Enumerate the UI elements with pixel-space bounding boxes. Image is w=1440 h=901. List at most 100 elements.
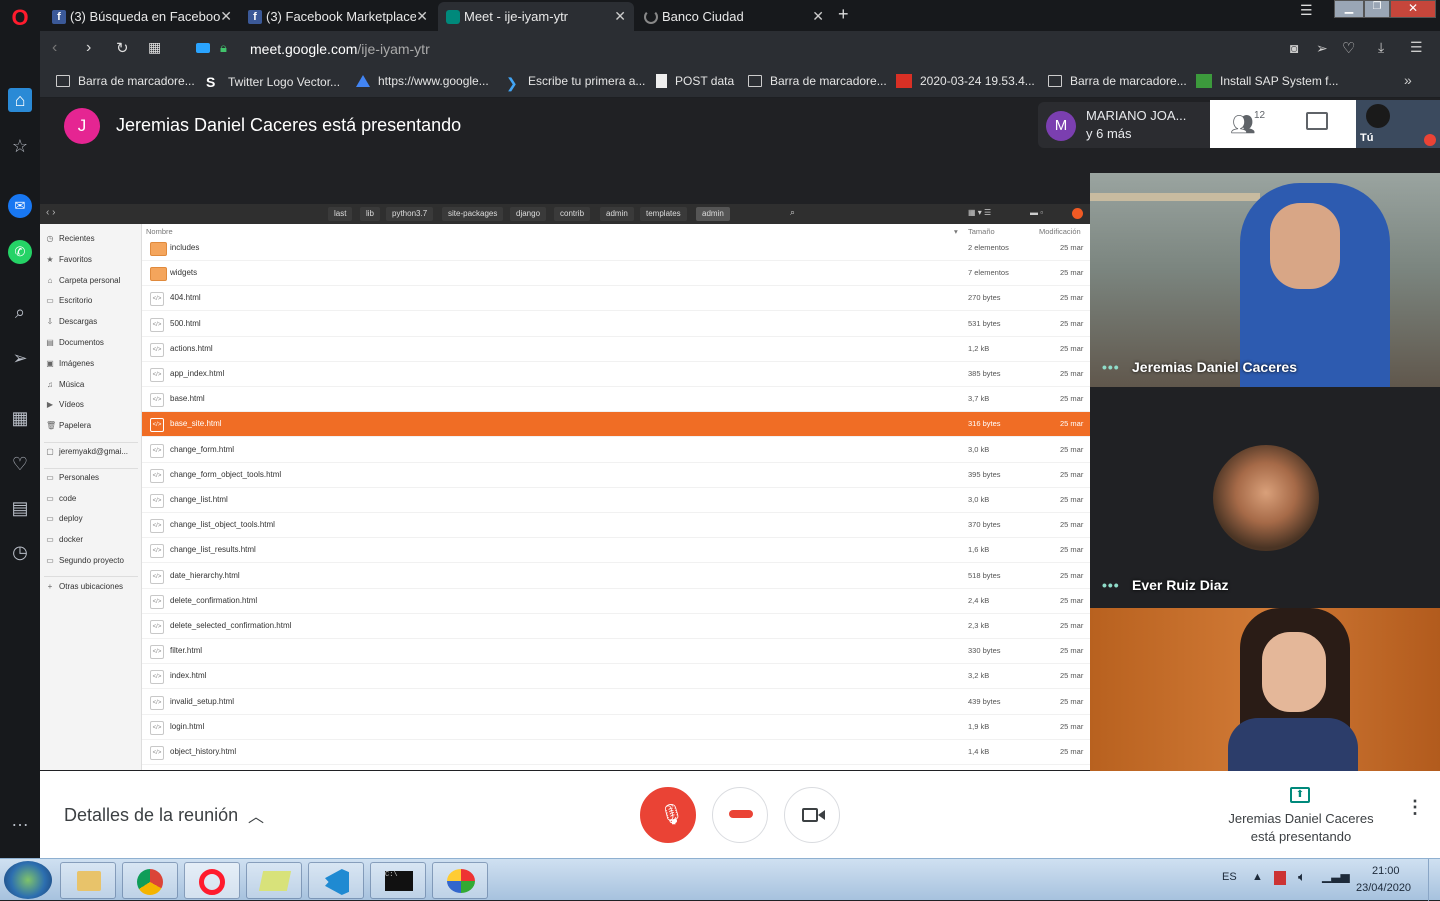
- file-row[interactable]: </> object_history.html 1,4 kB 25 mar: [142, 740, 1090, 765]
- tabs-grid-icon[interactable]: ▦: [148, 39, 161, 56]
- sidebar-item[interactable]: 🗑︎ Papelera: [46, 421, 91, 430]
- file-row[interactable]: </> change_list.html 3,0 kB 25 mar: [142, 488, 1090, 513]
- file-row[interactable]: </> date_hierarchy.html 518 bytes 25 mar: [142, 564, 1090, 589]
- bookmark-item[interactable]: POST data: [656, 74, 734, 88]
- present-now-icon[interactable]: ⬆: [1290, 787, 1310, 803]
- column-modified[interactable]: Modificación: [1039, 227, 1081, 236]
- reload-icon[interactable]: ↻: [116, 39, 129, 57]
- sidebar-item[interactable]: ⌂ Carpeta personal: [46, 276, 121, 285]
- file-row[interactable]: includes 2 elementos 25 mar: [142, 236, 1090, 261]
- file-row[interactable]: </> filter.html 330 bytes 25 mar: [142, 639, 1090, 665]
- people-icon[interactable]: 👥︎: [1230, 112, 1255, 137]
- sidebar-item[interactable]: ▣ Imágenes: [46, 359, 94, 368]
- news-icon[interactable]: ▤: [8, 496, 32, 520]
- bookmark-item[interactable]: 2020-03-24 19.53.4...: [896, 74, 1035, 88]
- self-view-tile[interactable]: Tú: [1356, 100, 1440, 148]
- more-options-icon[interactable]: ⋮: [1406, 798, 1424, 816]
- url-field[interactable]: meet.google.com/ije-iyam-ytr: [250, 41, 430, 57]
- taskbar-vscode[interactable]: [308, 862, 364, 899]
- video-tile[interactable]: ••• Jeremias Daniel Caceres: [1090, 173, 1440, 387]
- taskbar-terminal[interactable]: C:\: [370, 862, 426, 899]
- column-name[interactable]: Nombre: [146, 227, 173, 236]
- flag-icon[interactable]: [1274, 871, 1286, 885]
- meeting-details-button[interactable]: Detalles de la reunión: [64, 805, 238, 826]
- taskbar-files[interactable]: [246, 862, 302, 899]
- tab-facebook-marketplace[interactable]: f (3) Facebook Marketplace ✕: [240, 2, 436, 31]
- file-row[interactable]: </> 500.html 531 bytes 25 mar: [142, 312, 1090, 337]
- taskbar-paint[interactable]: [432, 862, 488, 899]
- more-bookmarks-icon[interactable]: »: [1404, 72, 1412, 88]
- tab-meet[interactable]: Meet - ije-iyam-ytr ✕: [438, 2, 634, 31]
- bookmark-item[interactable]: Barra de marcadore...: [748, 74, 887, 88]
- bookmark-item[interactable]: Install SAP System f...: [1196, 74, 1339, 88]
- volume-icon[interactable]: 🔈︎: [1298, 869, 1306, 885]
- bookmarks-icon[interactable]: ☆: [8, 134, 32, 158]
- sidebar-item[interactable]: ▭ docker: [46, 535, 83, 544]
- send-page-icon[interactable]: ➢: [1316, 40, 1328, 57]
- download-icon[interactable]: ⤓: [1378, 39, 1384, 56]
- sidebar-item[interactable]: ★ Favoritos: [46, 255, 92, 264]
- path-crumb[interactable]: django: [510, 207, 547, 221]
- camera-indicator-icon[interactable]: [196, 43, 210, 53]
- taskbar-chrome[interactable]: [122, 862, 178, 899]
- speed-dial-icon[interactable]: ▦: [8, 406, 32, 430]
- tab-banco-ciudad[interactable]: Banco Ciudad ✕: [636, 2, 832, 31]
- file-row[interactable]: widgets 7 elementos 25 mar: [142, 261, 1090, 287]
- back-icon[interactable]: ‹: [52, 39, 57, 57]
- close-window-icon[interactable]: ✕: [1390, 0, 1436, 18]
- network-icon[interactable]: ▁▃▅: [1322, 869, 1350, 883]
- back-icon[interactable]: ‹ ›: [46, 207, 55, 218]
- tab-menu-icon[interactable]: ☰: [1300, 2, 1313, 19]
- clock-time[interactable]: 21:00: [1372, 865, 1400, 877]
- path-crumb[interactable]: site-packages: [442, 207, 504, 221]
- path-crumb-current[interactable]: admin: [696, 207, 730, 221]
- path-crumb[interactable]: contrib: [554, 207, 591, 221]
- sidebar-item[interactable]: ▭ code: [46, 494, 76, 503]
- taskbar-explorer[interactable]: [60, 862, 116, 899]
- path-crumb[interactable]: templates: [640, 207, 687, 221]
- forward-icon[interactable]: ›: [86, 39, 91, 57]
- path-crumb[interactable]: last: [328, 207, 353, 221]
- start-button[interactable]: [4, 861, 52, 899]
- snapshot-icon[interactable]: ◙: [1290, 40, 1298, 56]
- clock-date[interactable]: 23/04/2020: [1356, 882, 1411, 894]
- sidebar-item[interactable]: ▭ Personales: [46, 473, 99, 482]
- minimize-window-icon[interactable]: ▁: [1334, 0, 1364, 18]
- file-row[interactable]: </> index.html 3,2 kB 25 mar: [142, 664, 1090, 690]
- path-crumb[interactable]: lib: [360, 207, 381, 221]
- camera-toggle-button[interactable]: [784, 787, 840, 843]
- view-options-icon[interactable]: ▦ ▾ ☰: [968, 208, 991, 217]
- window-controls-icon[interactable]: ▬ ▫: [1030, 208, 1043, 217]
- file-row[interactable]: </> app_index.html 385 bytes 25 mar: [142, 362, 1090, 387]
- leave-call-button[interactable]: [712, 787, 768, 843]
- bookmark-item[interactable]: Barra de marcadore...: [1048, 74, 1187, 88]
- sidebar-item[interactable]: ▢ jeremyakd@gmai...: [46, 447, 128, 456]
- video-tile[interactable]: ••• Ever Ruiz Diaz: [1090, 387, 1440, 604]
- close-icon[interactable]: [1072, 208, 1083, 219]
- lock-icon[interactable]: 🔒︎: [220, 40, 227, 56]
- bookmark-item[interactable]: ❯ Escribe tu primera a...: [506, 74, 645, 91]
- sidebar-item[interactable]: + Otras ubicaciones: [46, 582, 123, 591]
- sidebar-item[interactable]: ▭ Segundo proyecto: [46, 556, 124, 565]
- file-row[interactable]: </> delete_confirmation.html 2,4 kB 25 mar: [142, 589, 1090, 614]
- bookmark-item[interactable]: Barra de marcadore...: [56, 74, 195, 88]
- file-row[interactable]: </> base.html 3,7 kB 25 mar: [142, 387, 1090, 413]
- bookmark-item[interactable]: https://www.google...: [356, 74, 489, 88]
- sidebar-item[interactable]: ▤ Documentos: [46, 338, 104, 347]
- path-crumb[interactable]: admin: [600, 207, 634, 221]
- more-icon[interactable]: …: [8, 808, 32, 832]
- close-tab-icon[interactable]: ✕: [812, 8, 824, 25]
- close-tab-icon[interactable]: ✕: [614, 8, 626, 25]
- file-row[interactable]: </> base_site.html 316 bytes 25 mar: [142, 412, 1090, 438]
- file-row[interactable]: </> actions.html 1,2 kB 25 mar: [142, 337, 1090, 362]
- opera-logo-icon[interactable]: O: [8, 6, 32, 30]
- close-tab-icon[interactable]: ✕: [220, 8, 232, 25]
- maximize-window-icon[interactable]: ❐: [1364, 0, 1390, 18]
- show-desktop-button[interactable]: [1428, 859, 1440, 901]
- file-row[interactable]: </> change_form_object_tools.html 395 byte…: [142, 463, 1090, 488]
- show-hidden-icons-icon[interactable]: ▲: [1252, 871, 1263, 883]
- chevron-up-icon[interactable]: ︿: [248, 803, 264, 827]
- close-tab-icon[interactable]: ✕: [416, 8, 428, 25]
- sidebar-item[interactable]: ▭ deploy: [46, 514, 82, 523]
- file-row[interactable]: </> change_list_object_tools.html 370 byte…: [142, 513, 1090, 539]
